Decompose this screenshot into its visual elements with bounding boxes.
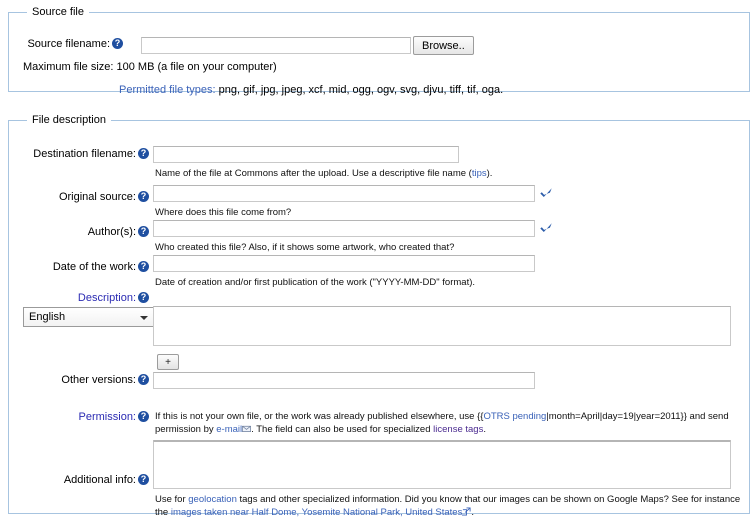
additional-info-hint: Use for geolocation tags and other speci… bbox=[155, 494, 741, 518]
help-question-icon-destination[interactable] bbox=[138, 147, 149, 159]
description-label: Description: bbox=[9, 291, 149, 304]
help-question-icon-date-of-work[interactable] bbox=[138, 260, 149, 272]
file-description-legend: File description bbox=[32, 114, 106, 126]
external-link-icon bbox=[462, 507, 471, 516]
max-file-size-text: Maximum file size: 100 MB (a file on you… bbox=[23, 61, 277, 73]
help-question-icon-other-versions[interactable] bbox=[138, 373, 149, 385]
help-question-icon-description[interactable] bbox=[138, 291, 149, 303]
permission-label: Permission: bbox=[9, 410, 149, 423]
destination-filename-hint: Name of the file at Commons after the up… bbox=[155, 168, 493, 179]
browse-button[interactable]: Browse.. bbox=[413, 36, 474, 55]
additional-info-label: Additional info: bbox=[9, 473, 149, 486]
source-filename-input[interactable] bbox=[141, 37, 411, 54]
description-language-value: English bbox=[29, 311, 66, 323]
source-file-legend: Source file bbox=[32, 6, 84, 18]
file-description-fieldset: File description Destination filename: N… bbox=[8, 114, 750, 518]
date-of-work-hint: Date of creation and/or first publicatio… bbox=[155, 277, 476, 288]
destination-filename-input[interactable] bbox=[153, 146, 459, 163]
geolocation-link[interactable]: geolocation bbox=[188, 494, 237, 505]
upload-form-page: Source file Source filename: Browse.. Ma… bbox=[0, 0, 750, 518]
help-question-icon-original-source[interactable] bbox=[138, 190, 149, 202]
tips-link[interactable]: tips bbox=[472, 168, 487, 179]
permitted-file-types-label: Permitted file types: bbox=[119, 84, 216, 96]
description-language-select[interactable]: English bbox=[23, 307, 155, 327]
other-versions-input[interactable] bbox=[153, 372, 535, 389]
chevron-down-icon-language bbox=[140, 316, 148, 320]
original-source-label: Original source: bbox=[9, 190, 149, 203]
permission-hint: If this is not your own file, or the wor… bbox=[155, 411, 729, 435]
other-versions-label: Other versions: bbox=[9, 373, 149, 386]
date-of-work-input[interactable] bbox=[153, 255, 535, 272]
permitted-file-types: Permitted file types: png, gif, jpg, jpe… bbox=[119, 84, 503, 96]
original-source-input[interactable] bbox=[153, 185, 535, 202]
authors-input[interactable] bbox=[153, 220, 535, 237]
date-of-work-label: Date of the work: bbox=[9, 260, 149, 273]
blue-check-icon-original-source bbox=[540, 188, 552, 197]
authors-hint: Who created this file? Also, if it shows… bbox=[155, 242, 455, 253]
help-question-icon-additional-info[interactable] bbox=[138, 473, 149, 485]
source-filename-label: Source filename: bbox=[15, 37, 123, 50]
help-question-icon-source-filename[interactable] bbox=[112, 37, 123, 49]
mail-icon bbox=[242, 425, 252, 433]
destination-filename-label: Destination filename: bbox=[9, 147, 149, 160]
license-tags-link[interactable]: license tags bbox=[433, 424, 483, 435]
authors-label: Author(s): bbox=[9, 225, 149, 238]
add-description-button[interactable]: + bbox=[157, 354, 179, 370]
permitted-file-types-value: png, gif, jpg, jpeg, xcf, mid, ogg, ogv,… bbox=[218, 84, 504, 96]
images-near-half-dome-link[interactable]: images taken near Half Dome, Yosemite Na… bbox=[171, 507, 463, 518]
email-link[interactable]: e-mail bbox=[216, 424, 242, 435]
additional-info-textarea[interactable] bbox=[153, 441, 731, 489]
help-question-icon-permission[interactable] bbox=[138, 410, 149, 422]
source-file-fieldset: Source file Source filename: Browse.. Ma… bbox=[8, 6, 750, 96]
help-question-icon-authors[interactable] bbox=[138, 225, 149, 237]
original-source-hint: Where does this file come from? bbox=[155, 207, 292, 218]
otrs-pending-link[interactable]: OTRS pending bbox=[483, 411, 546, 422]
blue-check-icon-authors bbox=[540, 223, 552, 232]
description-textarea[interactable] bbox=[153, 306, 731, 346]
